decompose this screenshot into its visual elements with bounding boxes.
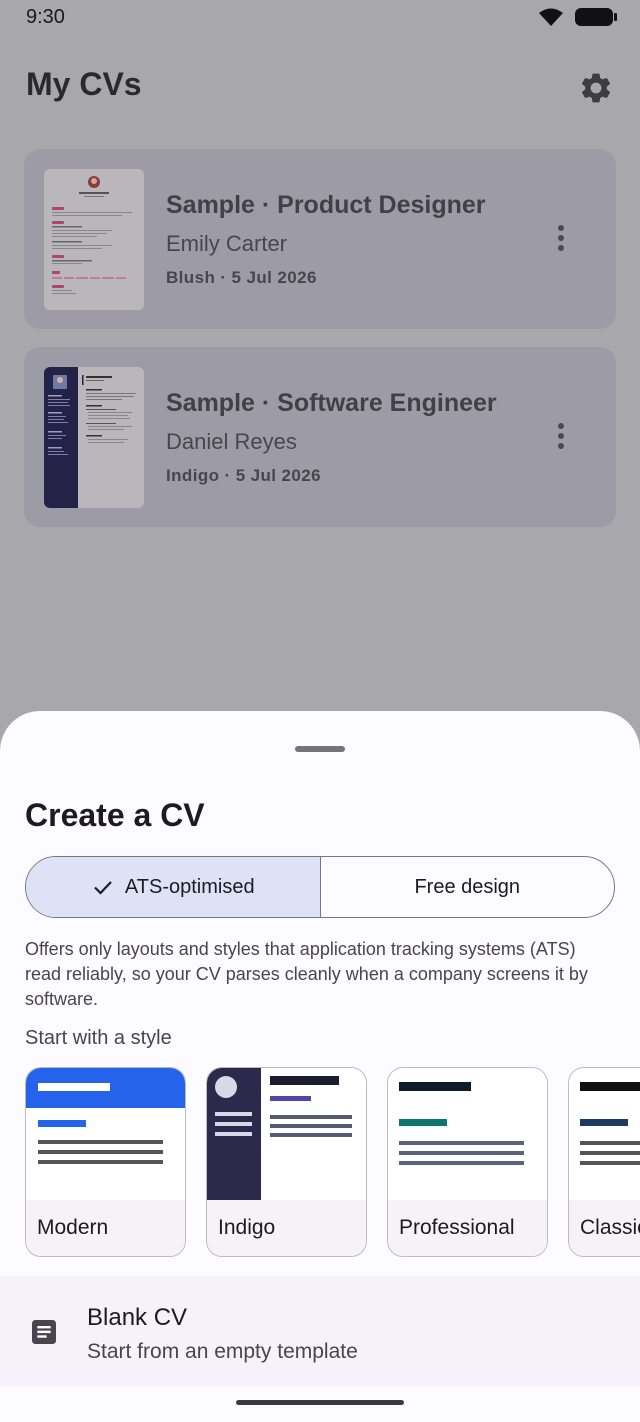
style-carousel[interactable]: Modern Indigo Professional Classi	[25, 1067, 640, 1257]
style-label: Indigo	[218, 1216, 276, 1239]
status-time: 9:30	[26, 6, 65, 28]
cv-title: Sample · Software Engineer	[166, 389, 497, 417]
blank-cv-option[interactable]: Blank CV Start from an empty template	[0, 1276, 640, 1386]
segment-label: Free design	[414, 875, 521, 898]
style-section-heading: Start with a style	[25, 1027, 172, 1049]
style-card-indigo[interactable]: Indigo	[206, 1067, 367, 1257]
gesture-nav-handle	[236, 1400, 404, 1405]
segment-free-design[interactable]: Free design	[321, 857, 615, 917]
segment-label: ATS-optimised	[124, 875, 255, 898]
style-label: Modern	[37, 1216, 109, 1239]
page-title: My CVs	[26, 66, 142, 102]
cv-meta: Blush · 5 Jul 2026	[166, 268, 317, 287]
blank-cv-subtitle: Start from an empty template	[87, 1340, 358, 1363]
style-card-professional[interactable]: Professional	[387, 1067, 548, 1257]
cv-title: Sample · Product Designer	[166, 191, 486, 219]
style-label: Classic	[580, 1216, 640, 1239]
check-icon	[91, 875, 115, 899]
create-cv-sheet: Create a CV ATS-optimised Free design Of…	[0, 711, 640, 1422]
status-bar: 9:30	[0, 0, 640, 38]
cv-card-product-designer[interactable]: Sample · Product Designer Emily Carter B…	[24, 149, 616, 329]
sheet-title: Create a CV	[25, 797, 205, 833]
cv-thumbnail	[44, 169, 144, 310]
status-icons	[538, 6, 618, 28]
style-card-classic[interactable]: Classic	[568, 1067, 640, 1257]
style-preview	[388, 1068, 547, 1201]
mode-description: Offers only layouts and styles that appl…	[25, 939, 588, 1009]
cv-meta: Indigo · 5 Jul 2026	[166, 466, 321, 485]
style-preview	[26, 1068, 185, 1201]
document-icon	[28, 1316, 60, 1353]
battery-icon	[574, 6, 618, 28]
wifi-icon	[538, 7, 564, 27]
style-preview	[569, 1068, 640, 1201]
cv-owner-name: Daniel Reyes	[166, 429, 297, 454]
drag-handle[interactable]	[295, 746, 345, 752]
style-preview	[207, 1068, 366, 1201]
style-label: Professional	[399, 1216, 515, 1239]
cv-thumbnail	[44, 367, 144, 508]
cv-mode-segmented-button: ATS-optimised Free design	[25, 856, 615, 918]
more-vert-icon[interactable]	[554, 423, 568, 453]
settings-gear-icon[interactable]	[578, 70, 614, 106]
blank-cv-title: Blank CV	[87, 1304, 188, 1331]
more-vert-icon[interactable]	[554, 225, 568, 255]
cv-card-software-engineer[interactable]: Sample · Software Engineer Daniel Reyes …	[24, 347, 616, 527]
segment-ats-optimised[interactable]: ATS-optimised	[26, 857, 321, 917]
cv-owner-name: Emily Carter	[166, 231, 288, 256]
style-card-modern[interactable]: Modern	[25, 1067, 186, 1257]
